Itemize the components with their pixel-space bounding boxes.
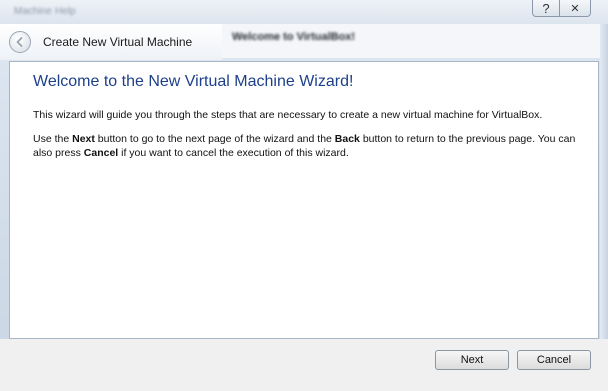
cancel-button[interactable]: Cancel [517,350,591,370]
background-welcome-text: Welcome to VirtualBox! [232,31,356,43]
help-button[interactable]: ? [532,0,560,17]
intro-paragraph: This wizard will guide you through the s… [33,109,543,121]
instructions-back-word: Back [334,133,360,145]
background-menubar: Machine Help [0,0,608,25]
window-right-edge [600,24,608,391]
instructions-text-1: Use the [33,133,73,145]
wizard-content: Welcome to the New Virtual Machine Wizar… [9,61,599,339]
close-icon: ✕ [570,2,580,15]
background-menu-machine: Machine [14,6,52,17]
instructions-cancel-word: Cancel [83,147,119,159]
next-button[interactable]: Next [435,350,509,370]
wizard-heading: Welcome to the New Virtual Machine Wizar… [33,73,354,90]
back-arrow-icon [16,37,23,47]
instructions-next-word: Next [72,133,95,145]
close-button[interactable]: ✕ [559,0,591,17]
wizard-window: Machine Help Welcome to VirtualBox! ? ✕ … [0,0,608,391]
dialog-title: Create New Virtual Machine [43,35,193,49]
back-button[interactable] [9,31,31,53]
help-icon: ? [542,0,550,16]
instructions-paragraph: Use the Next button to go to the next pa… [33,132,593,160]
background-menu-help: Help [55,6,76,17]
instructions-text-2: button to go to the next page of the wiz… [94,133,335,145]
instructions-text-4: if you want to cancel the execution of t… [118,147,349,159]
